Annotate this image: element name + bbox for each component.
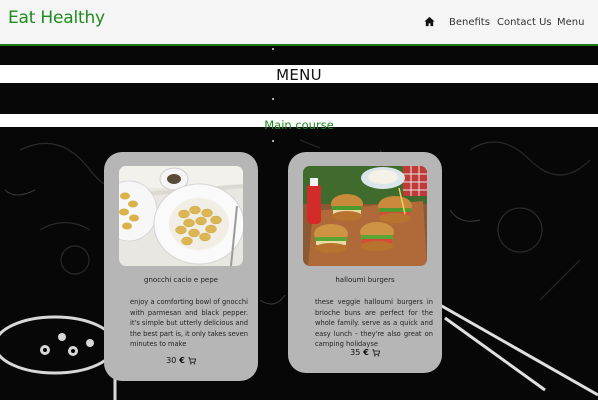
cart-icon[interactable]	[188, 356, 196, 365]
card-price: 35	[350, 348, 361, 357]
brand-logo[interactable]: Eat Healthy	[8, 8, 105, 28]
divider-dot	[272, 48, 274, 50]
gnocchi-dish-image	[119, 166, 243, 266]
menu-card-halloumi[interactable]: halloumi burgers these veggie halloumi b…	[288, 152, 442, 373]
card-price-row: 30 €	[104, 356, 258, 365]
cart-icon[interactable]	[372, 348, 380, 357]
card-price-row: 35 €	[288, 348, 442, 357]
divider-dot	[272, 140, 274, 142]
euro-icon: €	[363, 348, 369, 357]
nav-link-contact-us[interactable]: Contact Us	[497, 17, 552, 28]
halloumi-burgers-image	[303, 166, 427, 266]
card-price: 30	[166, 356, 177, 365]
card-description: enjoy a comforting bowl of gnocchi with …	[130, 298, 248, 348]
divider-dot	[272, 98, 274, 100]
section-title-bar: Main course	[0, 114, 598, 132]
nav-link-benefits[interactable]: Benefits	[449, 17, 490, 28]
menu-title-bar: MENU	[0, 65, 598, 84]
menu-card-gnocchi[interactable]: gnocchi cacio e pepe enjoy a comforting …	[104, 152, 258, 381]
euro-icon: €	[179, 356, 185, 365]
home-icon[interactable]	[424, 16, 435, 27]
card-description: these veggie halloumi burgers in brioche…	[315, 298, 433, 348]
menu-title: MENU	[276, 66, 322, 84]
section-title: Main course	[264, 118, 334, 132]
nav-link-menu[interactable]: Menu	[557, 17, 584, 28]
card-title: gnocchi cacio e pepe	[144, 276, 218, 284]
navbar: Eat Healthy Benefits Contact Us Menu	[0, 0, 598, 46]
card-title: halloumi burgers	[335, 276, 395, 284]
